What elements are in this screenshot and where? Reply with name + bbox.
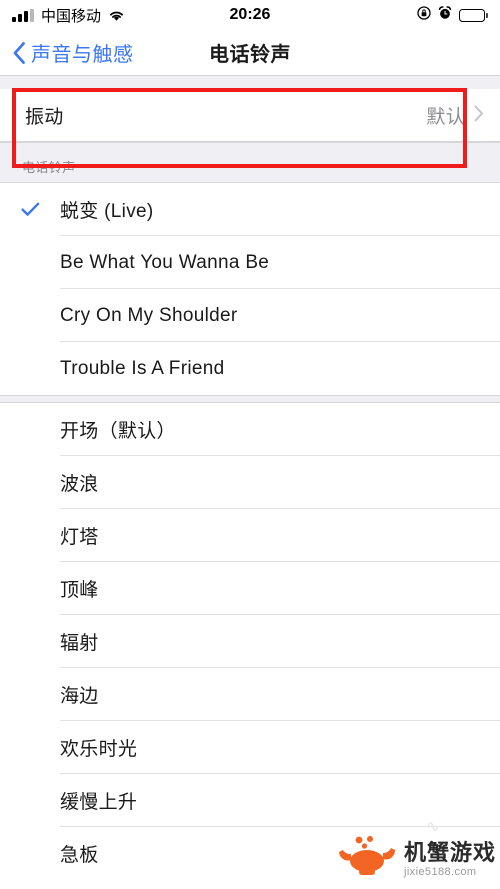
tone-label: 顶峰	[60, 580, 99, 601]
back-button[interactable]: 声音与触感	[0, 38, 134, 67]
carrier-label: 中国移动	[41, 7, 102, 25]
tone-label: 灯塔	[60, 527, 99, 548]
tone-label: 辐射	[60, 633, 99, 654]
list-item[interactable]: 辐射	[0, 615, 500, 668]
chevron-right-icon	[474, 105, 484, 127]
navigation-bar: 声音与触感 电话铃声	[0, 30, 500, 76]
alarm-clock-icon	[438, 5, 452, 25]
chevron-left-icon	[12, 41, 26, 65]
signal-bars-icon	[12, 8, 34, 22]
list-item[interactable]: 蜕变 (Live)	[0, 183, 500, 236]
list-item[interactable]: 灯塔	[0, 509, 500, 562]
tone-label: 急板	[60, 845, 99, 866]
list-item[interactable]: Cry On My Shoulder	[0, 289, 500, 342]
tone-label: Cry On My Shoulder	[60, 304, 238, 326]
tone-label: 波浪	[60, 474, 99, 495]
vibration-label: 振动	[25, 107, 64, 128]
checkmark-icon	[0, 202, 60, 217]
tone-label: 蜕变 (Live)	[60, 201, 154, 222]
tone-label: Be What You Wanna Be	[60, 251, 270, 273]
status-bar-left: 中国移动	[12, 5, 125, 26]
wifi-icon	[108, 9, 125, 22]
list-item[interactable]: Be What You Wanna Be	[0, 236, 500, 289]
battery-full-icon	[459, 8, 488, 22]
group-spacer-top	[0, 76, 500, 89]
custom-tone-list: 蜕变 (Live) Be What You Wanna Be Cry On My…	[0, 183, 500, 395]
tone-label: 海边	[60, 686, 99, 707]
list-item[interactable]: 波浪	[0, 456, 500, 509]
list-item[interactable]: Trouble Is A Friend	[0, 342, 500, 395]
tone-label: 开场（默认）	[60, 421, 176, 442]
rotation-lock-icon	[417, 5, 431, 25]
ringtone-section-header: 电话铃声	[0, 157, 500, 182]
vibration-row[interactable]: 振动 默认	[0, 89, 500, 142]
group-divider	[0, 395, 500, 403]
list-item[interactable]: 开场（默认）	[0, 403, 500, 456]
tone-label: Trouble Is A Friend	[60, 357, 225, 379]
back-button-label: 声音与触感	[31, 44, 134, 66]
watermark-swoosh: ∿	[425, 817, 440, 836]
system-tone-list: 开场（默认） 波浪 灯塔 顶峰 辐射 海边 欢乐时光 缓慢上升 急板	[0, 403, 500, 880]
status-bar-right	[417, 5, 488, 25]
list-item[interactable]: 欢乐时光	[0, 721, 500, 774]
vibration-value: 默认	[426, 107, 465, 128]
list-item[interactable]: 顶峰	[0, 562, 500, 615]
tone-label: 欢乐时光	[60, 739, 138, 760]
ringtone-section-header-block: 电话铃声	[0, 142, 500, 183]
phone-screen: 中国移动 20:26 声音与触感 电话铃声 振动 默认 电话铃声 蜕变 (Liv…	[0, 0, 500, 889]
status-bar: 中国移动 20:26	[0, 0, 500, 30]
tone-label: 缓慢上升	[60, 792, 138, 813]
list-item[interactable]: 海边	[0, 668, 500, 721]
